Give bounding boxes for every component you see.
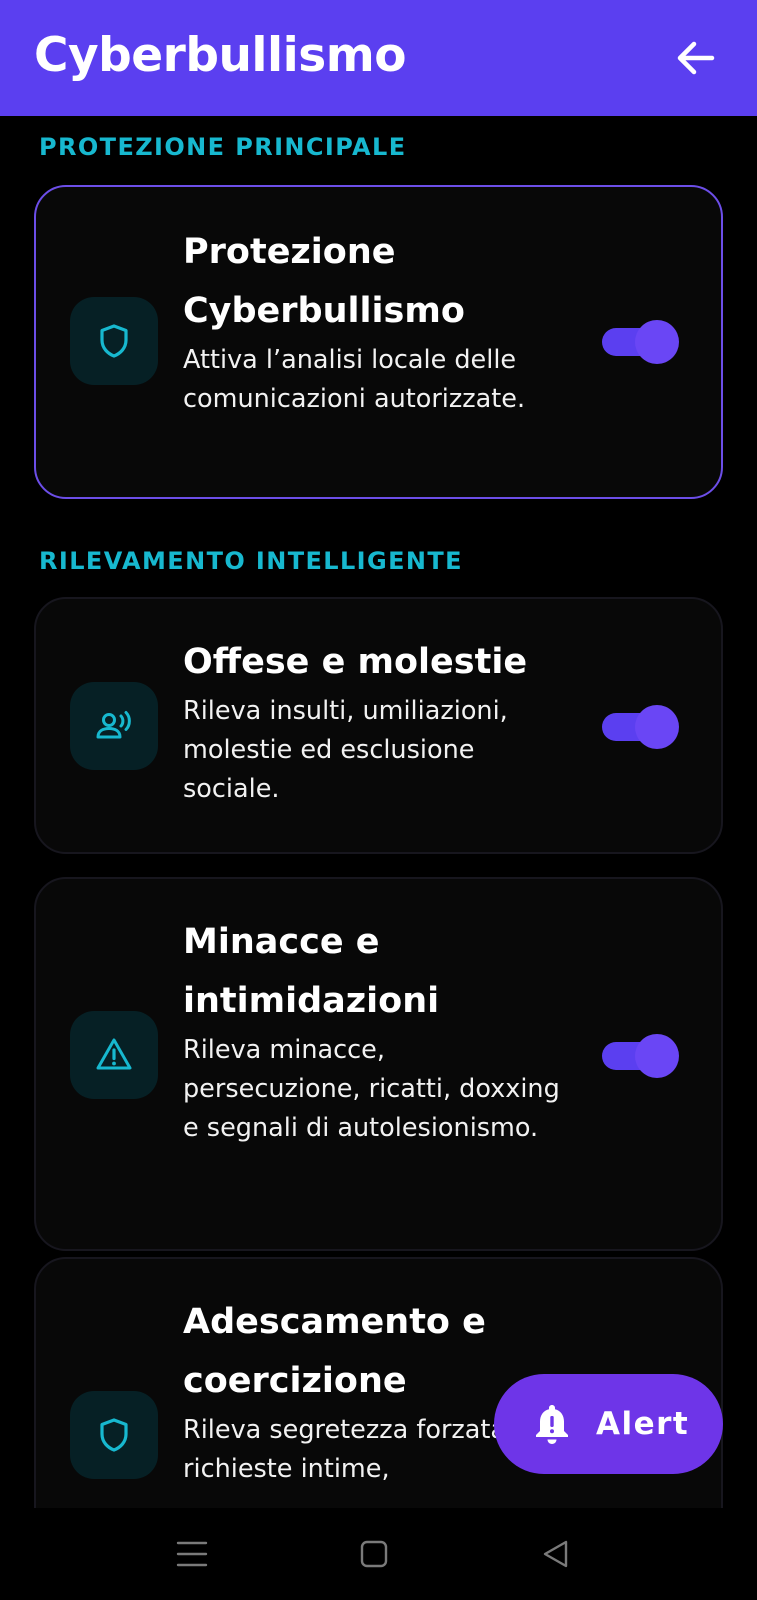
menu-lines-icon	[176, 1541, 208, 1567]
card-text: Offese e molestie Rileva insulti, umilia…	[183, 633, 563, 809]
card-icon-tile	[70, 1391, 158, 1479]
triangle-back-icon	[543, 1540, 568, 1568]
warning-triangle-icon	[96, 1038, 132, 1070]
toggle-minacce-e-intimidazioni[interactable]	[598, 1034, 680, 1078]
arrow-left-icon	[677, 41, 715, 75]
toggle-protezione-cyberbullismo[interactable]	[598, 320, 680, 364]
card-text: Minacce e intimidazioni Rileva minacce, …	[183, 913, 563, 1148]
card-icon-tile	[70, 297, 158, 385]
nav-home-button[interactable]	[354, 1534, 394, 1574]
card-title: Protezione Cyberbullismo	[183, 232, 465, 331]
alert-fab-label: Alert	[596, 1406, 690, 1442]
card-protezione-cyberbullismo: Protezione Cyberbullismo Attiva l’analis…	[34, 185, 723, 499]
card-description: Rileva insulti, umiliazioni, molestie ed…	[183, 696, 508, 804]
card-offese-e-molestie: Offese e molestie Rileva insulti, umilia…	[34, 597, 723, 854]
card-description: Attiva l’analisi locale delle comunicazi…	[183, 345, 526, 414]
square-home-icon	[360, 1540, 388, 1568]
bell-alert-icon	[536, 1405, 568, 1444]
card-description: Rileva minacce, persecuzione, ricatti, d…	[183, 1035, 560, 1143]
toggle-offese-e-molestie[interactable]	[598, 705, 680, 749]
toggle-thumb	[635, 320, 679, 364]
toggle-thumb	[635, 705, 679, 749]
shield-icon	[100, 1418, 128, 1452]
card-icon-tile	[70, 682, 158, 770]
nav-back-button[interactable]	[536, 1534, 576, 1574]
voice-person-icon	[96, 711, 131, 739]
settings-list[interactable]: PROTEZIONE PRINCIPALE Protezione Cyberbu…	[0, 116, 757, 1508]
card-minacce-e-intimidazioni: Minacce e intimidazioni Rileva minacce, …	[34, 877, 723, 1251]
shield-icon	[100, 324, 128, 358]
nav-recents-button[interactable]	[172, 1534, 212, 1574]
section-header-detection: RILEVAMENTO INTELLIGENTE	[39, 547, 463, 575]
back-button[interactable]	[672, 34, 720, 82]
section-header-main: PROTEZIONE PRINCIPALE	[39, 133, 407, 161]
app-bar: Cyberbullismo	[0, 0, 757, 116]
alert-fab-button[interactable]: Alert	[494, 1374, 723, 1474]
system-nav-bar	[0, 1508, 757, 1600]
card-icon-tile	[70, 1011, 158, 1099]
toggle-thumb	[635, 1034, 679, 1078]
card-text: Protezione Cyberbullismo Attiva l’analis…	[183, 223, 563, 419]
card-title: Minacce e intimidazioni	[183, 922, 440, 1021]
card-title: Offese e molestie	[183, 642, 528, 682]
page-title: Cyberbullismo	[34, 28, 407, 83]
